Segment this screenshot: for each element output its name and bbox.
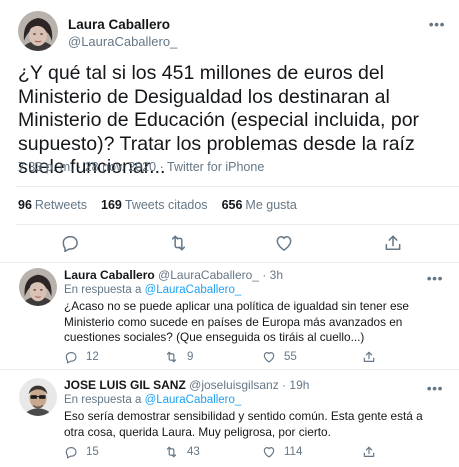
like-button[interactable]: 55 [262,350,297,364]
reply-author-name[interactable]: JOSE LUIS GIL SANZ [64,378,186,392]
author-handle[interactable]: @LauraCaballero_ [68,34,177,49]
avatar[interactable] [19,378,57,416]
share-icon [363,446,375,457]
retweets-stat[interactable]: 96 Retweets [18,198,87,212]
reply-text: ¿Acaso no se puede aplicar una política … [64,299,409,344]
retweets-label: Retweets [34,198,88,212]
divider [16,186,459,187]
reply-author-handle[interactable]: @joseluisgilsanz [189,378,279,392]
reply-icon [65,352,77,364]
quotes-stat[interactable]: 169 Tweets citados [101,198,208,212]
reply-count: 12 [86,351,99,363]
author-name[interactable]: Laura Caballero [68,17,170,32]
main-tweet-header: Laura Caballero @LauraCaballero_ ••• [16,8,445,54]
reply-count: 15 [86,446,99,458]
likes-stat[interactable]: 656 Me gusta [222,198,297,212]
tweet-detail-page: Laura Caballero @LauraCaballero_ ••• ¿Y … [0,0,459,467]
quotes-count: 169 [101,198,122,212]
reply-actions: 12 9 55 [64,350,394,366]
reply-author-handle[interactable]: @LauraCaballero_ [158,268,259,282]
retweet-count: 43 [187,446,200,458]
reply-header: JOSE LUIS GIL SANZ @joseluisgilsanz · 19… [64,378,309,392]
retweet-button[interactable]: 9 [164,350,193,364]
share-button[interactable] [362,350,376,364]
likes-count: 656 [221,198,243,212]
reply-icon [65,447,77,459]
in-reply-to-link[interactable]: @LauraCaballero_ [145,284,242,296]
more-icon[interactable]: ••• [427,380,443,396]
divider [0,369,459,370]
like-icon [263,447,275,458]
in-reply-to: En respuesta a @LauraCaballero_ [64,284,241,296]
reply-button[interactable]: 12 [64,350,99,364]
like-icon[interactable] [274,233,294,253]
tweet-source[interactable]: Twitter for iPhone [167,160,264,174]
reply-separator: · [262,268,267,282]
avatar[interactable] [18,11,58,51]
share-icon [363,351,375,362]
more-icon[interactable]: ••• [427,270,443,286]
like-icon [263,352,275,363]
like-count: 55 [284,351,297,363]
avatar[interactable] [19,268,57,306]
likes-label: Me gusta [245,198,297,212]
tweet-stats: 96 Retweets 169 Tweets citados 656 Me gusta [18,198,297,212]
retweet-icon [166,446,177,458]
more-icon[interactable]: ••• [429,16,445,32]
reply-author-name[interactable]: Laura Caballero [64,268,155,282]
in-reply-prefix: En respuesta a [64,394,142,406]
retweets-count: 96 [18,198,32,212]
like-button[interactable]: 114 [262,445,302,459]
meta-separator: · [77,160,82,174]
share-icon[interactable] [383,233,403,253]
reply-actions: 15 43 114 [64,445,394,461]
meta-separator: · [159,160,164,174]
share-button[interactable] [362,445,376,459]
reply-age[interactable]: 3h [270,268,283,282]
retweet-button[interactable]: 43 [164,445,200,459]
tweet-date[interactable]: 28 nov. 2020 [85,160,156,174]
divider [0,262,459,263]
reply-separator: · [282,378,287,392]
reply-icon[interactable] [60,233,80,253]
quotes-label: Tweets citados [124,198,208,212]
retweet-count: 9 [187,351,194,363]
reply-button[interactable]: 15 [64,445,99,459]
reply-text: Eso sería demostrar sensibilidad y senti… [64,409,423,439]
in-reply-to: En respuesta a @LauraCaballero_ [64,394,241,406]
in-reply-prefix: En respuesta a [64,284,142,296]
in-reply-to-link[interactable]: @LauraCaballero_ [145,394,242,406]
main-tweet-actions [0,232,459,254]
retweet-icon[interactable] [168,233,189,253]
divider [16,224,459,225]
tweet-meta: 7:33 p. m. · 28 nov. 2020 · Twitter for … [18,160,264,174]
like-count: 114 [284,446,303,458]
reply-header: Laura Caballero @LauraCaballero_ · 3h [64,268,283,282]
reply-age[interactable]: 19h [289,378,309,392]
tweet-time[interactable]: 7:33 p. m. [18,160,74,174]
retweet-icon [166,351,177,363]
